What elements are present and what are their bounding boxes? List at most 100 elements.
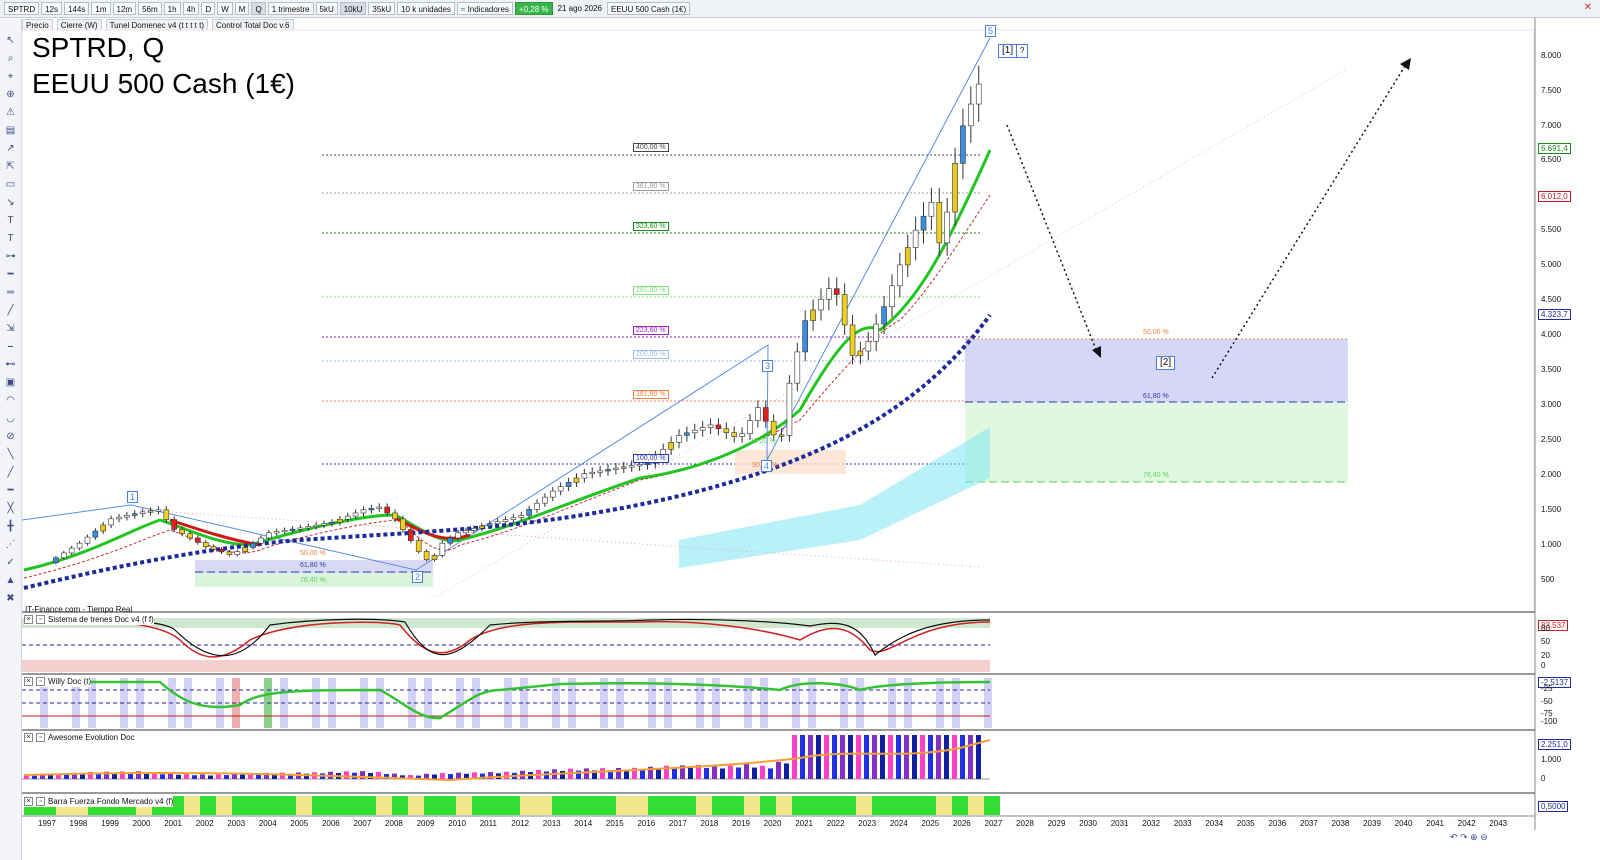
wave-label: 1: [127, 491, 139, 503]
fib-label: 200,00 %: [633, 350, 669, 359]
candle-body-21: [218, 549, 225, 553]
year-tick: 2032: [1142, 819, 1161, 828]
zoom-controls: ↶ ↷ ⊕ ⊖: [1450, 832, 1488, 843]
awesome-bar-26: [232, 773, 237, 779]
candle-body-50: [447, 537, 454, 544]
candle-body-72: [620, 466, 627, 469]
candle-body-55: [486, 523, 493, 527]
candle-body-49: [439, 542, 446, 556]
panel-tick: -25: [1541, 684, 1553, 693]
awesome-bar-70: [584, 768, 589, 779]
candle-body-115: [960, 125, 966, 164]
candle-body-61: [534, 502, 540, 510]
panel-options-icon[interactable]: ▫: [36, 797, 45, 806]
indicator-panel-title[interactable]: × ▫ Awesome Evolution Doc: [24, 732, 135, 743]
candle-body-14: [163, 509, 170, 520]
data-source: IT-Finance.com - Tiempo Real: [25, 605, 133, 614]
awesome-bar-116: [952, 735, 957, 779]
candle-body-18: [195, 537, 201, 543]
awesome-bar-40: [344, 771, 349, 779]
candle-body-117: [975, 83, 982, 105]
year-tick: 2030: [1079, 819, 1097, 828]
panel-title-text: Awesome Evolution Doc: [48, 733, 135, 742]
redo-icon[interactable]: ↷: [1460, 832, 1468, 842]
indicator-panel-title[interactable]: × ▫ Sistema de trenes Doc v4 (f f): [24, 614, 154, 625]
candle-body-24: [242, 547, 248, 552]
year-tick: 2001: [164, 819, 182, 828]
awesome-bar-3: [48, 775, 53, 779]
candle-body-2: [68, 547, 75, 554]
close-panel-icon[interactable]: ×: [24, 677, 33, 686]
candle-body-106: [889, 285, 895, 307]
candle-body-27: [266, 532, 272, 539]
awesome-bar-83: [688, 767, 693, 779]
wave-label: 5: [985, 25, 997, 37]
force-bar-35: [584, 796, 600, 815]
year-tick: 2041: [1426, 819, 1444, 828]
awesome-bar-5: [64, 774, 69, 779]
awesome-bar-23: [208, 775, 213, 779]
awesome-bar-100: [824, 735, 829, 779]
candle-body-80: [684, 432, 690, 436]
candle-body-67: [581, 473, 588, 479]
price-chart[interactable]: [0, 0, 1600, 860]
force-bar-24: [408, 796, 424, 815]
force-bar-55: [904, 796, 920, 815]
zoom-in-icon[interactable]: ⊕: [1470, 832, 1478, 842]
panel-options-icon[interactable]: ▫: [36, 615, 45, 624]
candle-body-31: [297, 527, 304, 530]
candle-body-47: [423, 551, 430, 560]
force-bar-38: [632, 796, 648, 815]
fib-right-label: 50,00 %: [1143, 329, 1169, 336]
candle-body-7: [108, 518, 114, 526]
indicator-panel-title[interactable]: × ▫ Willy Doc (t): [24, 676, 92, 687]
candle-body-60: [526, 508, 532, 516]
awesome-bar-24: [216, 774, 221, 779]
candle-body-58: [510, 517, 517, 520]
year-tick: 2017: [669, 819, 687, 828]
panel-tick: 20: [1541, 651, 1550, 660]
force-bar-60: [984, 796, 1000, 815]
awesome-bar-77: [640, 769, 645, 779]
price-tick: 7.000: [1541, 121, 1562, 130]
year-tick: 1998: [69, 819, 88, 828]
candle-body-62: [542, 496, 548, 504]
year-tick: 2021: [795, 819, 813, 828]
wave-target-label: [2]: [1156, 356, 1176, 370]
candle-body-53: [471, 527, 477, 531]
close-panel-icon[interactable]: ×: [24, 615, 33, 624]
zoom-out-icon[interactable]: ⊖: [1480, 832, 1488, 842]
close-panel-icon[interactable]: ×: [24, 797, 33, 806]
indicator-panel-title[interactable]: × ▫ Barra Fuerza Fondo Mercado v4 (f): [24, 796, 174, 807]
candle-body-13: [155, 509, 162, 512]
awesome-bar-107: [880, 735, 885, 779]
force-bar-13: [232, 796, 248, 815]
force-bar-32: [536, 796, 552, 815]
close-panel-icon[interactable]: ×: [24, 733, 33, 742]
candle-body-48: [431, 555, 438, 560]
candle-body-73: [628, 465, 635, 468]
candle-body-107: [897, 264, 903, 287]
candle-body-51: [455, 532, 461, 539]
candle-body-99: [833, 288, 840, 295]
awesome-bar-105: [864, 735, 869, 779]
candle-body-100: [841, 294, 848, 326]
awesome-bar-1: [32, 775, 37, 779]
panel-options-icon[interactable]: ▫: [36, 677, 45, 686]
undo-icon[interactable]: ↶: [1450, 832, 1458, 842]
price-tick: 6.500: [1541, 155, 1562, 164]
awesome-bar-17: [160, 774, 165, 779]
candle-body-3: [76, 542, 83, 549]
awesome-bar-106: [872, 735, 877, 779]
price-tick: 8.000: [1541, 51, 1562, 60]
candle-body-66: [573, 477, 580, 483]
fib-projection-box-lower: [965, 402, 1348, 482]
awesome-bar-72: [600, 768, 605, 779]
chart-title: SPTRD, Q: [32, 32, 165, 63]
year-tick: 1999: [101, 819, 119, 828]
force-bar-33: [552, 796, 568, 815]
candle-body-4: [84, 536, 91, 544]
force-bar-58: [952, 796, 968, 815]
panel-options-icon[interactable]: ▫: [36, 733, 45, 742]
candle-body-23: [234, 551, 241, 555]
